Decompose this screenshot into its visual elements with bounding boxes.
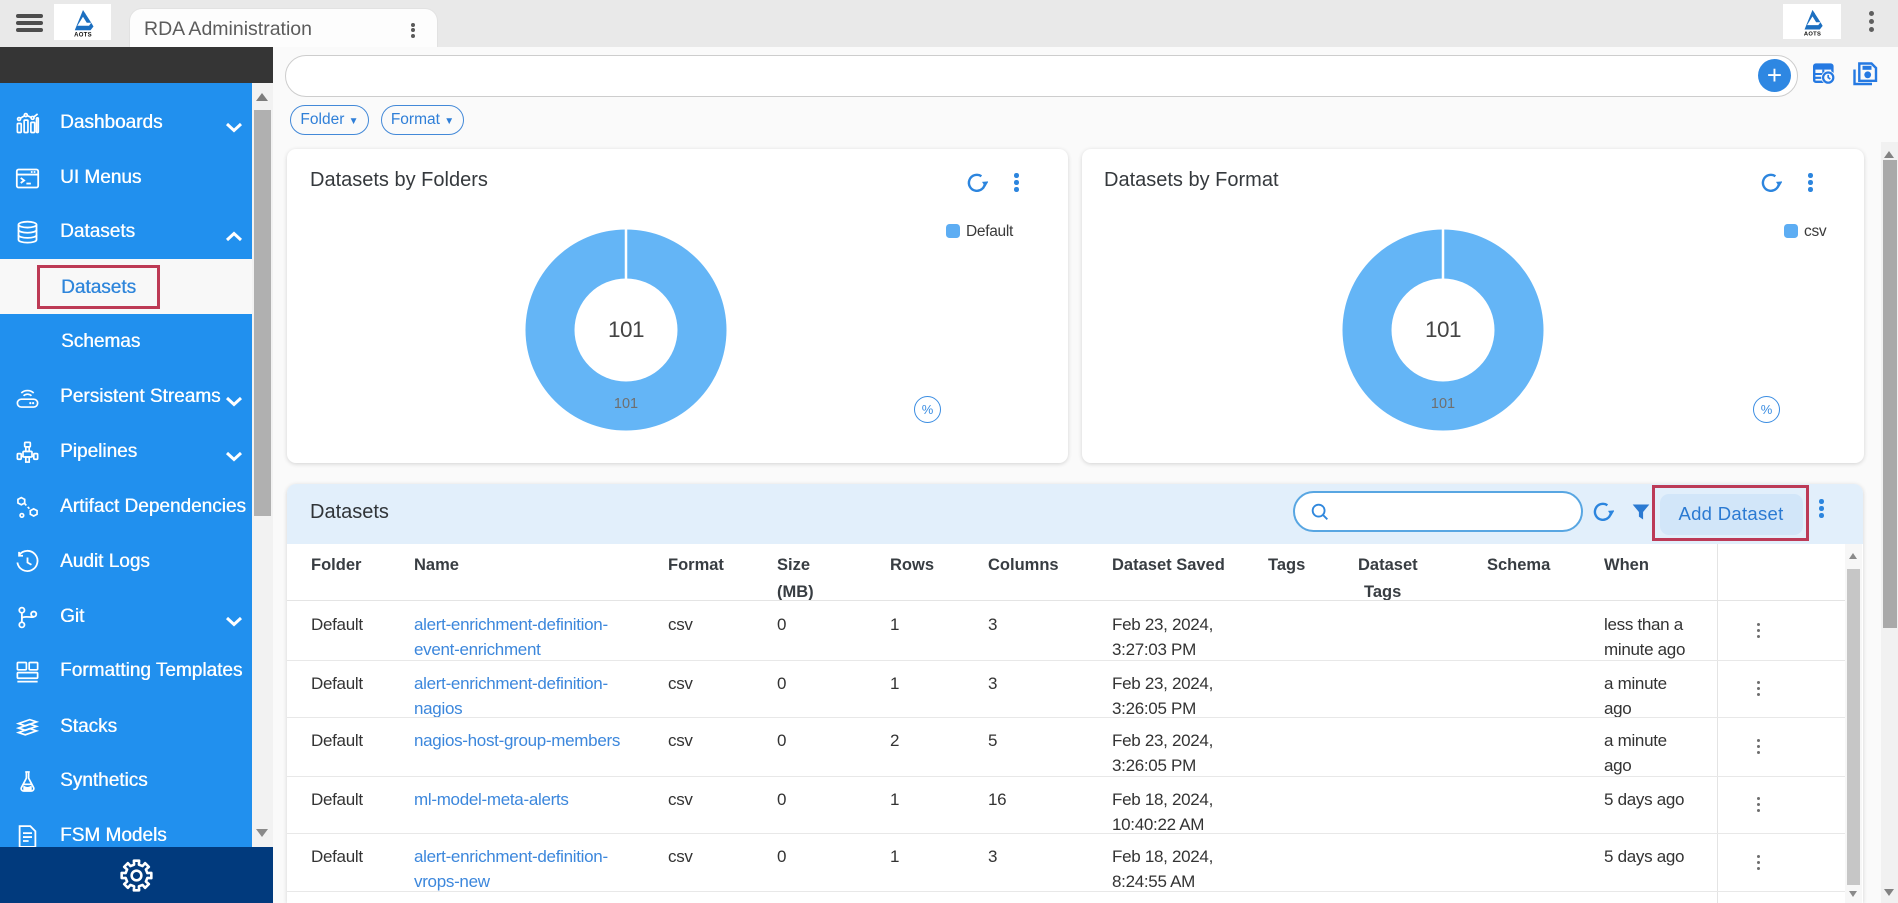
svg-text:AOTS: AOTS (1803, 31, 1820, 36)
